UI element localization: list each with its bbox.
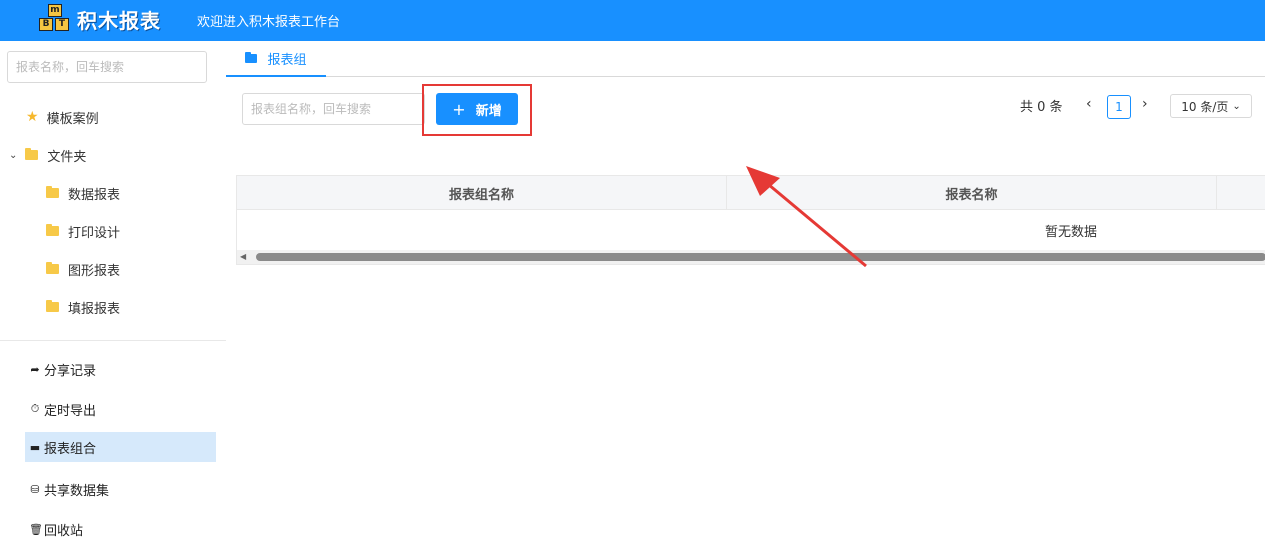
folder-icon <box>46 186 59 198</box>
tab-report-group[interactable]: 报表组 <box>226 41 326 77</box>
page-size-label: 10 条/页 <box>1181 99 1229 114</box>
logo-text: 积木报表 <box>77 8 161 33</box>
highlight-box <box>422 84 532 136</box>
menu-item-share-records[interactable]: ➦ 分享记录 <box>25 354 216 384</box>
sidebar-divider <box>0 340 226 341</box>
folder-icon <box>25 148 39 160</box>
tree-item-print-design[interactable]: 打印设计 <box>46 221 120 241</box>
column-header-group-name[interactable]: 报表组名称 <box>237 176 727 210</box>
sidebar: ★ 模板案例 ⌄ 文件夹 数据报表 打印设计 图形报表 填报报表 ➦ 分享记录 … <box>0 41 226 551</box>
star-icon: ★ <box>26 109 39 125</box>
empty-text: 暂无数据 <box>1045 225 1098 240</box>
app-logo[interactable]: m B T 积木报表 <box>37 4 161 34</box>
tree-item-label: 文件夹 <box>47 149 87 165</box>
top-bar: m B T 积木报表 欢迎进入积木报表工作台 <box>0 0 1265 41</box>
logo-block-t: T <box>55 18 69 31</box>
tree-item-label: 打印设计 <box>68 225 121 241</box>
tree-item-label: 模板案例 <box>46 111 99 127</box>
logo-block-b: B <box>39 18 53 31</box>
pagination-page-1[interactable]: 1 <box>1107 95 1131 119</box>
tree-item-fill-report[interactable]: 填报报表 <box>46 297 120 317</box>
database-icon: ⛁ <box>30 482 40 496</box>
chevron-right-icon[interactable]: › <box>1142 96 1148 112</box>
menu-item-scheduled-export[interactable]: ⏱ 定时导出 <box>25 394 216 424</box>
chevron-down-icon[interactable]: ⌄ <box>9 150 17 161</box>
tree-item-templates[interactable]: ★ 模板案例 <box>26 107 99 127</box>
menu-item-label: 共享数据集 <box>44 483 110 499</box>
annotation-arrow-icon <box>746 166 867 268</box>
group-search-input[interactable] <box>242 93 425 125</box>
folder-icon <box>46 300 59 312</box>
report-search-input[interactable] <box>7 51 207 83</box>
logo-blocks-icon: m B T <box>37 4 73 34</box>
menu-item-label: 定时导出 <box>44 403 97 419</box>
folder-icon <box>46 262 59 274</box>
main-content: 报表组 + 新增 共 0 条 ‹ 1 › 10 条/页 ⌄ 报表组名称 报表名称… <box>226 41 1265 551</box>
clock-icon: ⏱ <box>30 402 40 415</box>
menu-item-label: 分享记录 <box>44 363 97 379</box>
tree-item-label: 数据报表 <box>68 187 121 203</box>
tab-bar: 报表组 <box>226 41 1265 77</box>
scroll-left-icon[interactable]: ◀ <box>240 252 246 261</box>
tree-item-data-report[interactable]: 数据报表 <box>46 183 120 203</box>
tree-item-folder[interactable]: ⌄ 文件夹 <box>9 145 86 165</box>
trash-icon: 🗑 <box>29 522 43 536</box>
menu-item-label: 回收站 <box>44 523 84 539</box>
chevron-down-icon: ⌄ <box>1232 100 1241 112</box>
tree-item-label: 填报报表 <box>68 301 121 317</box>
welcome-text: 欢迎进入积木报表工作台 <box>197 15 341 30</box>
folder-icon <box>245 51 258 63</box>
menu-item-recycle-bin[interactable]: 🗑 回收站 <box>25 514 216 544</box>
menu-item-shared-dataset[interactable]: ⛁ 共享数据集 <box>25 474 216 504</box>
tree-item-chart-report[interactable]: 图形报表 <box>46 259 120 279</box>
pagination-total: 共 0 条 <box>1020 100 1063 115</box>
share-icon: ➦ <box>30 362 40 376</box>
folder-icon <box>46 224 59 236</box>
folder-icon: ▬ <box>29 440 41 454</box>
chevron-left-icon[interactable]: ‹ <box>1086 96 1092 112</box>
tab-label: 报表组 <box>267 52 307 68</box>
menu-item-label: 报表组合 <box>44 441 97 457</box>
logo-block-m: m <box>48 4 62 17</box>
menu-item-report-combination[interactable]: ▬ 报表组合 <box>25 432 216 462</box>
page-size-select[interactable]: 10 条/页 ⌄ <box>1170 94 1252 118</box>
tree-item-label: 图形报表 <box>68 263 121 279</box>
